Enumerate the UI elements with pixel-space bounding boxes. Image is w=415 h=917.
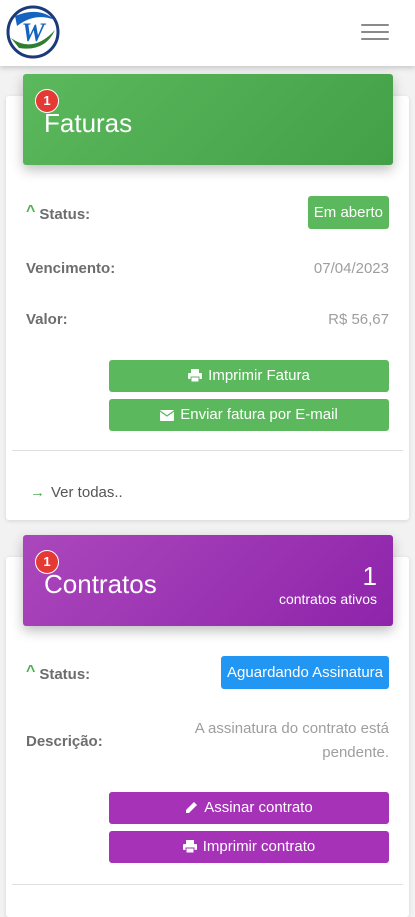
- faturas-valor-row: Valor: R$ 56,67: [26, 311, 389, 347]
- faturas-status-row: ^ Status: Em aberto: [26, 196, 389, 232]
- divider: [12, 884, 403, 885]
- printer-icon: [188, 369, 203, 383]
- pencil-icon: [186, 802, 198, 813]
- descricao-label: Descrição:: [26, 733, 103, 750]
- vencimento-value: 07/04/2023: [313, 260, 389, 277]
- descricao-line-2: pendente.: [322, 744, 389, 761]
- w-logo-icon[interactable]: W: [5, 4, 61, 60]
- top-bar: W: [0, 0, 415, 66]
- chevron-up-icon[interactable]: ^: [26, 663, 35, 681]
- svg-text:W: W: [21, 18, 46, 47]
- faturas-vencimento-row: Vencimento: 07/04/2023: [26, 260, 389, 296]
- faturas-title: Faturas: [44, 108, 133, 138]
- divider: [12, 450, 403, 451]
- contracts-count-label: contratos ativos: [278, 591, 377, 607]
- print-invoice-button[interactable]: Imprimir Fatura: [109, 360, 389, 392]
- see-all-label: Ver todas..: [51, 484, 123, 501]
- contratos-card: 1 Contratos 1 contratos ativos ^ Status: …: [6, 535, 409, 917]
- print-invoice-label: Imprimir Fatura: [208, 367, 310, 384]
- faturas-header: 1 Faturas: [23, 74, 393, 165]
- status-badge: Aguardando Assinatura: [221, 656, 389, 689]
- print-contract-label: Imprimir contrato: [202, 838, 316, 855]
- vencimento-label: Vencimento:: [26, 260, 116, 277]
- status-label: Status:: [39, 666, 91, 683]
- contratos-header: 1 Contratos 1 contratos ativos: [23, 535, 393, 626]
- sign-contract-label: Assinar contrato: [204, 799, 313, 816]
- valor-label: Valor:: [26, 311, 68, 328]
- chevron-up-icon[interactable]: ^: [26, 203, 35, 221]
- contratos-descricao-row: Descrição: A assinatura do contrato está…: [26, 717, 389, 767]
- envelope-icon: [159, 410, 175, 421]
- hamburger-menu-icon[interactable]: [361, 24, 389, 44]
- print-contract-button[interactable]: Imprimir contrato: [109, 831, 389, 863]
- contratos-title: Contratos: [44, 569, 157, 599]
- status-badge: Em aberto: [307, 196, 389, 229]
- status-label: Status:: [39, 206, 91, 223]
- contracts-count: 1: [362, 561, 377, 591]
- valor-value: R$ 56,67: [328, 311, 389, 328]
- contratos-status-row: ^ Status: Aguardando Assinatura: [26, 656, 389, 692]
- descricao-line-1: A assinatura do contrato está: [194, 720, 389, 737]
- email-invoice-button[interactable]: Enviar fatura por E-mail: [109, 399, 389, 431]
- arrow-right-icon: →: [30, 484, 45, 501]
- printer-icon: [182, 840, 197, 854]
- email-invoice-label: Enviar fatura por E-mail: [180, 406, 338, 423]
- faturas-card: 1 Faturas ^ Status: Em aberto Vencimento:…: [6, 74, 409, 520]
- see-all-link[interactable]: → Ver todas..: [30, 484, 123, 501]
- sign-contract-button[interactable]: Assinar contrato: [109, 792, 389, 824]
